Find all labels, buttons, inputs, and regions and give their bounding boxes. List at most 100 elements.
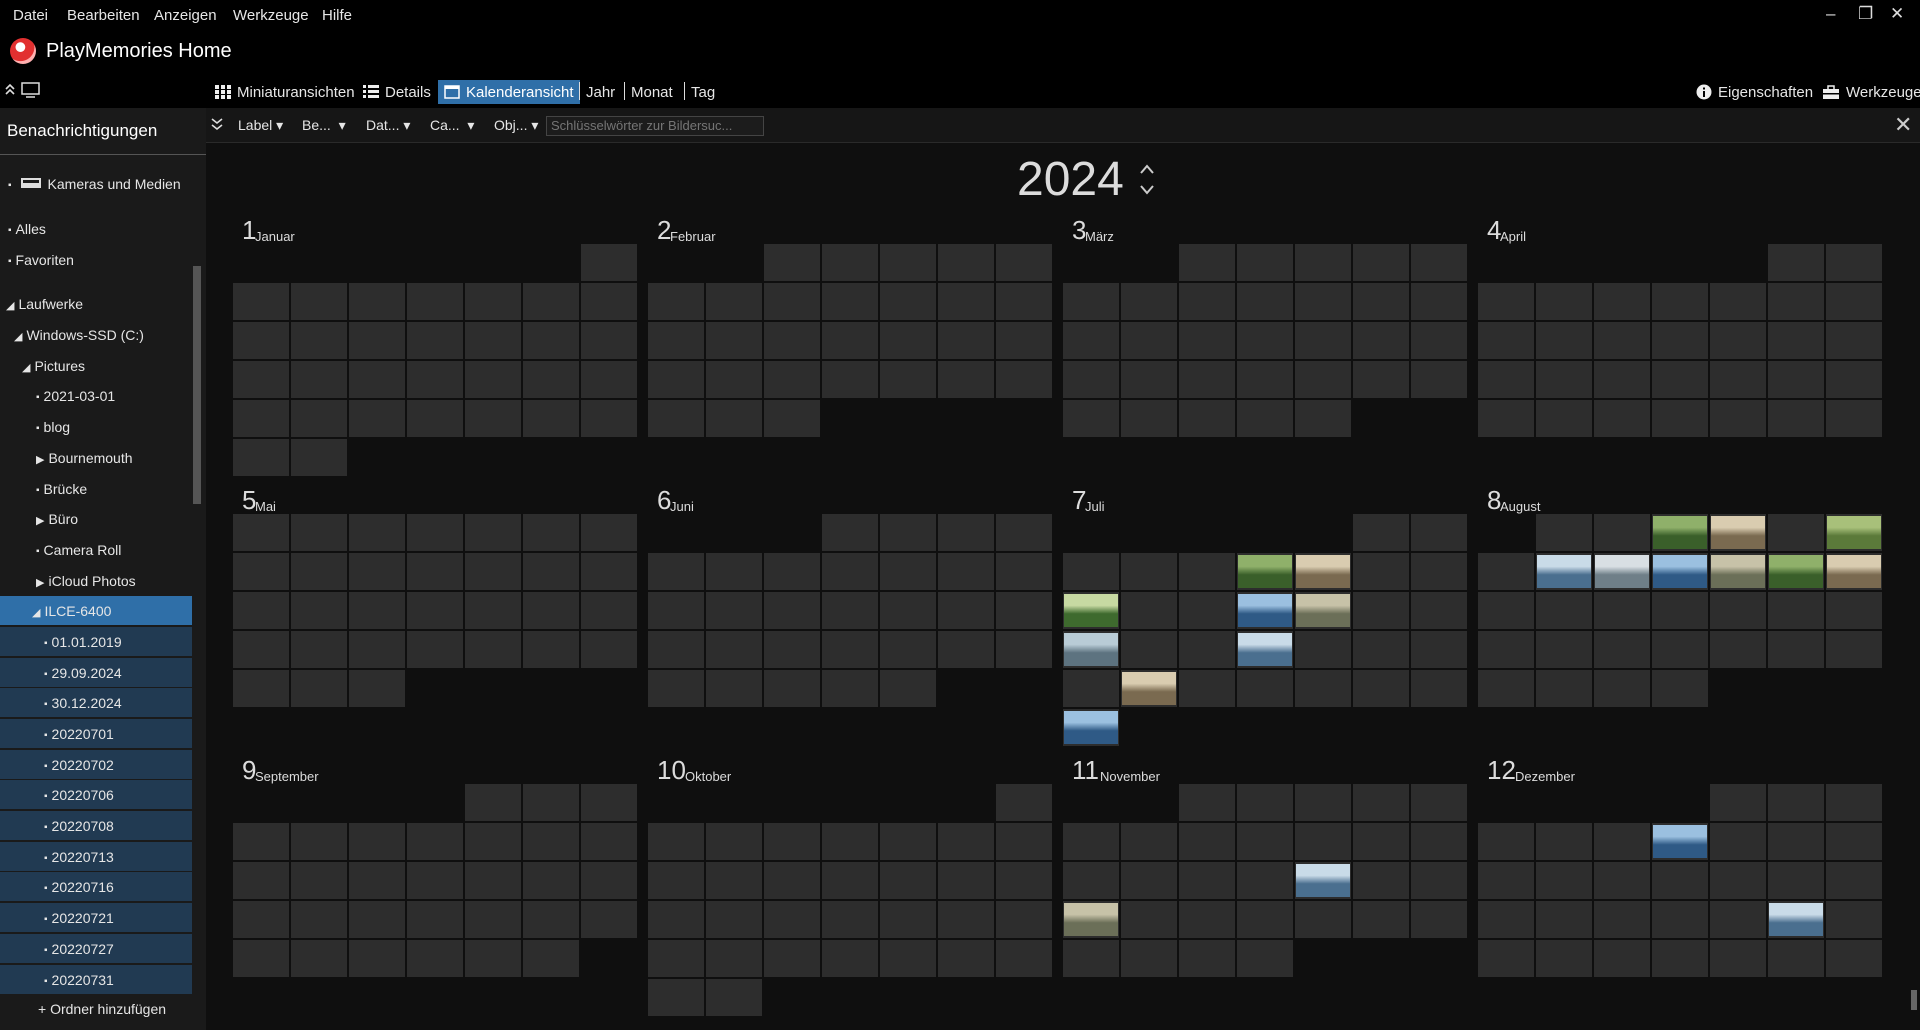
day-cell[interactable] xyxy=(938,514,994,551)
day-cell[interactable] xyxy=(764,940,820,977)
sidebar-item[interactable]: ▪ blog xyxy=(36,419,70,435)
day-cell[interactable] xyxy=(1652,631,1708,668)
day-cell[interactable] xyxy=(233,553,289,590)
tab-calendar[interactable]: Kalenderansicht xyxy=(438,80,580,104)
day-cell[interactable] xyxy=(938,283,994,320)
day-cell[interactable] xyxy=(1353,514,1409,551)
day-cell[interactable] xyxy=(1652,592,1708,629)
collapse-arrow-icon[interactable]: ◢ xyxy=(6,300,14,312)
day-cell[interactable] xyxy=(1179,361,1235,398)
day-cell[interactable] xyxy=(523,400,579,437)
day-cell[interactable] xyxy=(349,901,405,938)
day-cell[interactable] xyxy=(648,553,704,590)
day-cell[interactable] xyxy=(1295,901,1351,938)
day-cell[interactable] xyxy=(291,322,347,359)
day-cell[interactable] xyxy=(938,862,994,899)
day-cell[interactable] xyxy=(1411,592,1467,629)
day-cell[interactable] xyxy=(1594,940,1650,977)
day-cell[interactable] xyxy=(1353,670,1409,707)
day-cell[interactable] xyxy=(407,631,463,668)
day-cell[interactable] xyxy=(1478,400,1534,437)
sidebar-item[interactable]: ▪ 20220713 xyxy=(44,849,114,865)
month-name[interactable]: Februar xyxy=(670,229,716,244)
day-cell[interactable] xyxy=(1594,283,1650,320)
day-cell[interactable] xyxy=(1179,592,1235,629)
tab-day[interactable]: Tag xyxy=(691,80,715,104)
day-cell[interactable] xyxy=(1237,244,1293,281)
day-cell[interactable] xyxy=(581,823,637,860)
day-cell[interactable] xyxy=(1536,823,1592,860)
day-cell[interactable] xyxy=(648,322,704,359)
day-cell[interactable] xyxy=(1768,784,1824,821)
menu-file[interactable]: Datei xyxy=(13,7,48,24)
sidebar-item[interactable]: ▪ 20220731 xyxy=(44,972,114,988)
day-cell[interactable] xyxy=(996,361,1052,398)
day-cell[interactable] xyxy=(648,592,704,629)
day-cell[interactable] xyxy=(349,823,405,860)
day-cell[interactable] xyxy=(1353,631,1409,668)
day-cell[interactable] xyxy=(233,283,289,320)
day-cell[interactable] xyxy=(880,823,936,860)
day-cell[interactable] xyxy=(938,940,994,977)
day-cell[interactable] xyxy=(407,514,463,551)
day-cell[interactable] xyxy=(996,592,1052,629)
day-cell[interactable] xyxy=(1411,514,1467,551)
day-cell[interactable] xyxy=(523,283,579,320)
day-cell[interactable] xyxy=(349,514,405,551)
day-cell[interactable] xyxy=(1353,322,1409,359)
sidebar-item[interactable]: ▪ 20220721 xyxy=(44,910,114,926)
day-cell[interactable] xyxy=(349,670,405,707)
day-cell[interactable] xyxy=(648,940,704,977)
day-cell[interactable] xyxy=(1478,631,1534,668)
day-cell[interactable] xyxy=(1179,823,1235,860)
day-cell[interactable] xyxy=(291,862,347,899)
day-cell[interactable] xyxy=(1063,940,1119,977)
day-cell[interactable] xyxy=(465,283,521,320)
day-cell[interactable] xyxy=(1121,631,1177,668)
day-cell[interactable] xyxy=(1295,283,1351,320)
tools-button[interactable]: Werkzeuge xyxy=(1822,80,1920,104)
photo-thumbnail[interactable] xyxy=(1296,555,1350,588)
day-cell[interactable] xyxy=(1353,901,1409,938)
day-cell[interactable] xyxy=(465,592,521,629)
day-cell[interactable] xyxy=(706,553,762,590)
day-cell[interactable] xyxy=(1710,322,1766,359)
photo-thumbnail[interactable] xyxy=(1653,555,1707,588)
expand-arrow-icon[interactable]: ▶ xyxy=(36,577,44,589)
photo-thumbnail[interactable] xyxy=(1711,516,1765,549)
day-cell[interactable] xyxy=(291,439,347,476)
day-cell[interactable] xyxy=(1295,784,1351,821)
day-cell[interactable] xyxy=(291,940,347,977)
day-cell[interactable] xyxy=(233,631,289,668)
day-cell[interactable] xyxy=(1237,823,1293,860)
date-filter-dropdown[interactable]: Dat... ▾ xyxy=(366,117,410,134)
day-cell[interactable] xyxy=(1478,322,1534,359)
sidebar-item[interactable]: ▪ 20220706 xyxy=(44,787,114,803)
day-cell[interactable] xyxy=(764,322,820,359)
sidebar-item[interactable]: ▶ Büro xyxy=(36,511,78,527)
day-cell[interactable] xyxy=(1478,283,1534,320)
day-cell[interactable] xyxy=(1121,823,1177,860)
day-cell[interactable] xyxy=(1594,862,1650,899)
day-cell[interactable] xyxy=(880,670,936,707)
day-cell[interactable] xyxy=(996,322,1052,359)
day-cell[interactable] xyxy=(1652,940,1708,977)
menu-view[interactable]: Anzeigen xyxy=(154,7,217,24)
day-cell[interactable] xyxy=(1353,283,1409,320)
day-cell[interactable] xyxy=(291,631,347,668)
day-cell[interactable] xyxy=(880,901,936,938)
tab-month[interactable]: Monat xyxy=(631,80,673,104)
day-cell[interactable] xyxy=(648,400,704,437)
sidebar-item[interactable]: ◢ Windows-SSD (C:) xyxy=(14,327,144,343)
day-cell[interactable] xyxy=(233,670,289,707)
day-cell[interactable] xyxy=(1353,244,1409,281)
day-cell[interactable] xyxy=(1411,670,1467,707)
day-cell[interactable] xyxy=(1536,283,1592,320)
day-cell[interactable] xyxy=(938,901,994,938)
day-cell[interactable] xyxy=(706,631,762,668)
day-cell[interactable] xyxy=(581,784,637,821)
photo-thumbnail[interactable] xyxy=(1238,555,1292,588)
expand-filters-icon[interactable] xyxy=(210,117,224,131)
day-cell[interactable] xyxy=(349,631,405,668)
day-cell[interactable] xyxy=(764,361,820,398)
